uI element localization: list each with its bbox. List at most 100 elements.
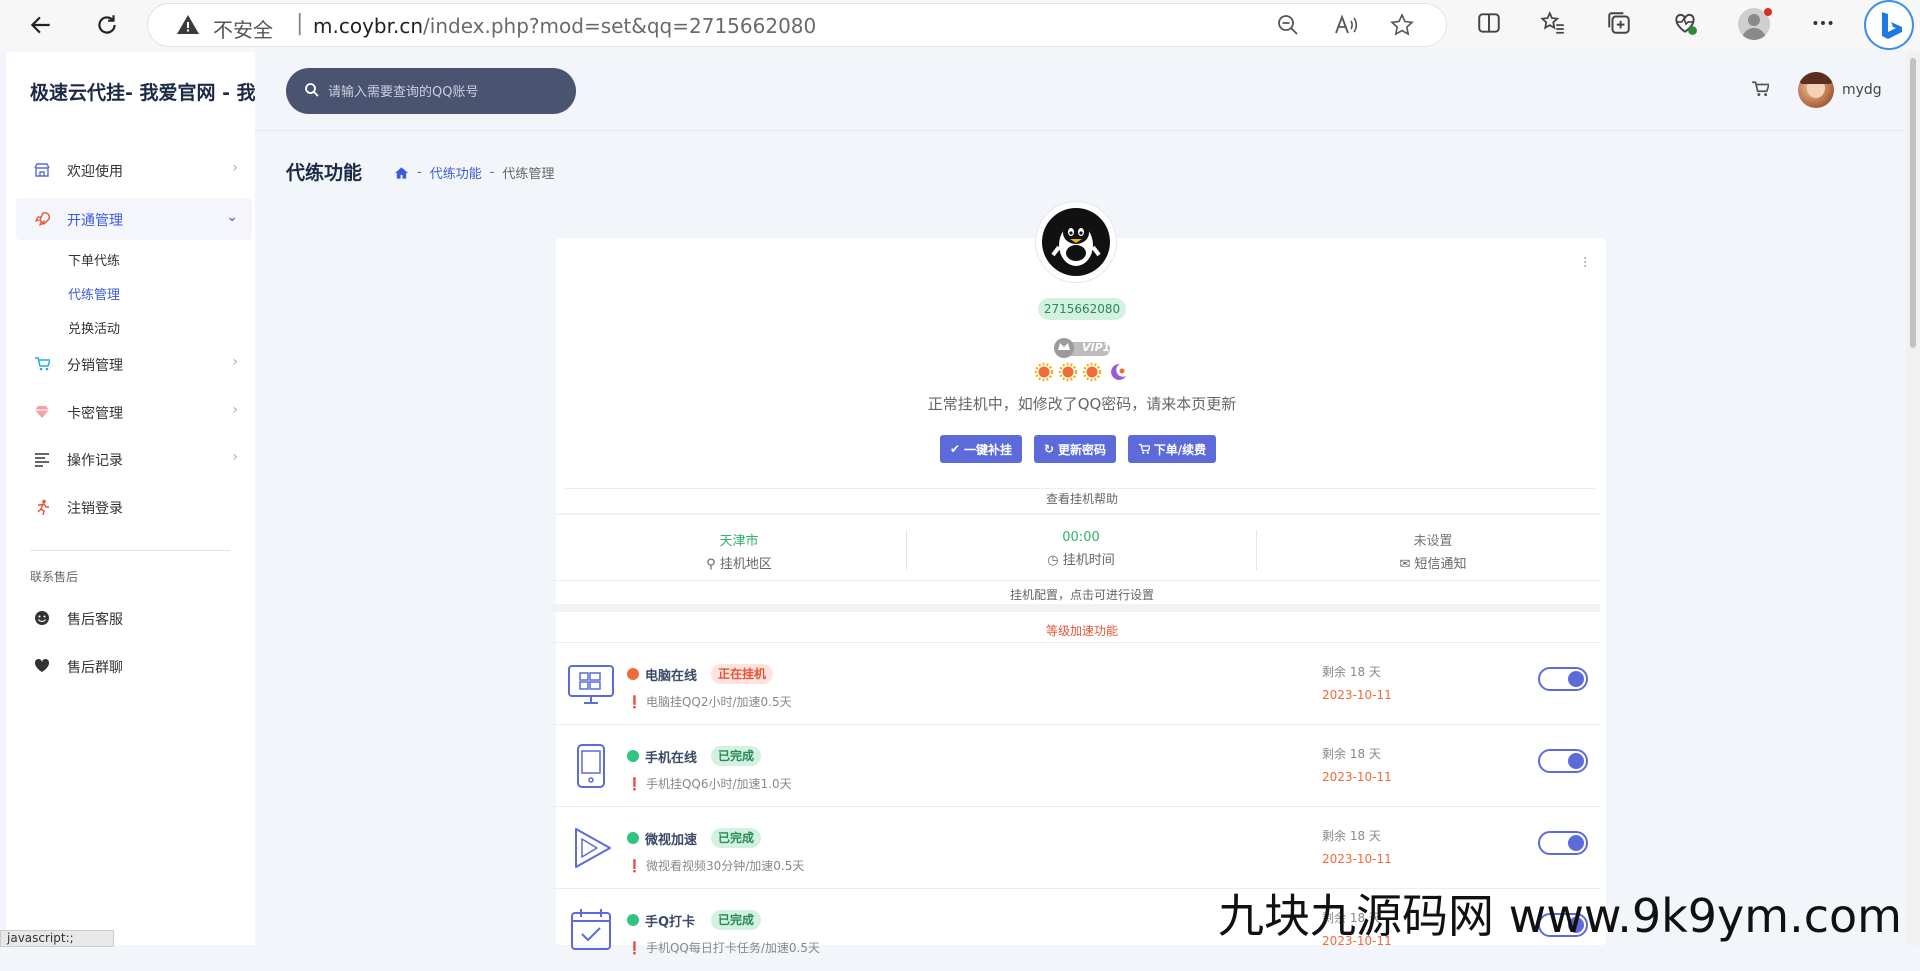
zoom-out-icon[interactable] <box>1276 13 1300 37</box>
toggle-knob <box>1568 671 1584 687</box>
back-arrow-icon <box>30 16 50 34</box>
sidebar-subitem-redeem[interactable]: 兑换活动 <box>68 318 120 337</box>
check-icon: ✔ <box>949 442 961 456</box>
search-icon <box>305 83 319 97</box>
copilot-button[interactable] <box>1866 2 1912 48</box>
feature-row-weishi: 微视加速 已完成 ❗ 微视看视频30分钟/加速0.5天 剩余 18 天 2023-… <box>550 806 1600 889</box>
feature-toggle[interactable] <box>1538 831 1588 855</box>
back-button[interactable] <box>24 8 58 42</box>
sidebar-item-label: 售后群聊 <box>67 660 123 676</box>
divider <box>550 604 1600 612</box>
page-title: 代练功能 <box>286 162 363 184</box>
level-icons <box>1034 362 1130 386</box>
feature-desc: ❗ 手机QQ每日打卡任务/加速0.5天 <box>627 940 820 956</box>
info-circle-icon: ❗ <box>627 858 642 873</box>
sidebar: 极速云代挂- 我爱官网 - 我爱官网 欢迎使用 › 开通管理 ⌄ 下单代练 代练… <box>6 52 255 945</box>
home-icon[interactable] <box>394 166 409 180</box>
breadcrumb-current: 代练管理 <box>502 167 555 182</box>
toggle-knob <box>1568 835 1584 851</box>
breadcrumb-separator: - <box>489 165 495 180</box>
sidebar-item-cards[interactable]: 卡密管理 › <box>16 391 252 433</box>
watermark: 九块九源码网 www.9k9ym.com <box>1218 889 1902 943</box>
info-sms[interactable]: 未设置 ✉ 短信通知 <box>1250 530 1616 572</box>
feature-row-desktop: 电脑在线 正在挂机 ❗ 电脑挂QQ2小时/加速0.5天 剩余 18 天 2023-… <box>550 642 1600 725</box>
vip-label: VIP1 <box>1082 341 1111 354</box>
sidebar-item-logout[interactable]: 注销登录 <box>16 486 252 528</box>
address-bar[interactable]: 不安全 | m.coybr.cn/index.php?mod=set&qq=27… <box>148 4 1446 46</box>
sidebar-item-label: 售后客服 <box>67 612 123 628</box>
feature-toggle[interactable] <box>1538 667 1588 691</box>
toggle-knob <box>1568 753 1584 769</box>
help-link[interactable]: 查看挂机帮助 <box>800 490 1364 507</box>
feature-title: 电脑在线 <box>645 669 698 684</box>
sidebar-subitem-place-order[interactable]: 下单代练 <box>68 250 120 269</box>
page-scrollbar[interactable] <box>1906 52 1920 945</box>
breadcrumb-separator: - <box>417 165 422 180</box>
collections-icon[interactable] <box>1606 10 1632 36</box>
feature-desc: ❗ 电脑挂QQ2小时/加速0.5天 <box>627 694 792 710</box>
status-dot <box>627 668 639 680</box>
rocket-icon <box>34 212 50 227</box>
order-renew-button[interactable]: 下单/续费 <box>1128 435 1216 463</box>
favorites-icon[interactable] <box>1540 10 1566 36</box>
sidebar-item-orders[interactable]: 开通管理 ⌄ <box>16 198 252 240</box>
heart-icon <box>34 658 50 672</box>
info-circle-icon: ❗ <box>627 694 642 709</box>
breadcrumb-link[interactable]: 代练功能 <box>430 163 482 182</box>
info-time[interactable]: 00:00 ◷ 挂机时间 <box>898 530 1264 568</box>
info-circle-icon: ❗ <box>627 940 642 955</box>
split-screen-icon[interactable] <box>1476 10 1502 36</box>
tablet-icon <box>577 744 605 788</box>
refresh-button[interactable] <box>90 8 124 42</box>
status-tag: 已完成 <box>711 910 762 930</box>
feature-toggle[interactable] <box>1538 749 1588 773</box>
status-message: 正常挂机中，如修改了QQ密码，请来本页更新 <box>927 395 1237 413</box>
info-region[interactable]: 天津市 ⚲ 挂机地区 <box>556 530 922 572</box>
info-key: ◷ 挂机时间 <box>1047 553 1115 568</box>
play-icon <box>575 828 611 868</box>
browser-essentials-icon[interactable] <box>1672 10 1698 36</box>
sidebar-item-support[interactable]: 售后客服 <box>16 597 252 639</box>
sidebar-item-welcome[interactable]: 欢迎使用 › <box>16 149 252 191</box>
more-options-icon[interactable] <box>1810 10 1836 36</box>
cart-icon[interactable] <box>1751 80 1769 98</box>
sidebar-item-group-chat[interactable]: 售后群聊 <box>16 645 252 687</box>
update-password-button[interactable]: ↻ 更新密码 <box>1034 435 1116 463</box>
remaining-days: 剩余 18 天 <box>1322 829 1381 843</box>
topbar-divider <box>255 130 1910 131</box>
browser-toolbar: 不安全 | m.coybr.cn/index.php?mod=set&qq=27… <box>0 0 1920 50</box>
remaining-days: 剩余 18 天 <box>1322 747 1381 761</box>
status-dot <box>627 914 639 926</box>
search-input[interactable] <box>326 68 570 116</box>
read-aloud-icon[interactable] <box>1334 13 1360 37</box>
divider <box>550 580 1600 581</box>
sidebar-subitem-manage[interactable]: 代练管理 <box>68 284 120 303</box>
site-brand[interactable]: 极速云代挂- 我爱官网 - 我爱官网 <box>30 78 255 105</box>
info-key: ✉ 短信通知 <box>1399 557 1467 572</box>
store-icon <box>34 163 50 177</box>
sidebar-item-label: 开通管理 <box>67 213 123 229</box>
diamond-icon <box>35 406 49 418</box>
section-label: 联系售后 <box>30 570 79 584</box>
expiry-date: 2023-10-11 <box>1322 688 1392 702</box>
info-key: ⚲ 挂机地区 <box>706 557 772 572</box>
username[interactable]: mydg <box>1842 82 1882 98</box>
card-menu-icon[interactable]: · · · <box>1583 252 1587 274</box>
desktop-icon <box>568 665 614 704</box>
info-value: 00:00 <box>1062 530 1100 545</box>
refresh-icon: ↻ <box>1043 442 1055 456</box>
sidebar-item-distribution[interactable]: 分销管理 › <box>16 343 252 385</box>
smile-icon <box>35 611 49 625</box>
user-avatar[interactable] <box>1798 72 1834 108</box>
sidebar-item-logs[interactable]: 操作记录 › <box>16 438 252 480</box>
feature-desc: ❗ 微视看视频30分钟/加速0.5天 <box>627 858 805 874</box>
refill-button[interactable]: ✔ 一键补挂 <box>940 435 1022 463</box>
config-link[interactable]: 挂机配置，点击可进行设置 <box>800 586 1364 603</box>
insecure-label: 不安全 <box>213 18 273 42</box>
cart-icon <box>1138 443 1150 454</box>
favorite-star-icon[interactable] <box>1390 13 1414 37</box>
sidebar-item-label: 注销登录 <box>67 501 123 517</box>
scrollbar-thumb[interactable] <box>1910 58 1916 348</box>
vip-badge: VIP1 <box>1052 336 1112 364</box>
notification-dot <box>1764 8 1772 16</box>
